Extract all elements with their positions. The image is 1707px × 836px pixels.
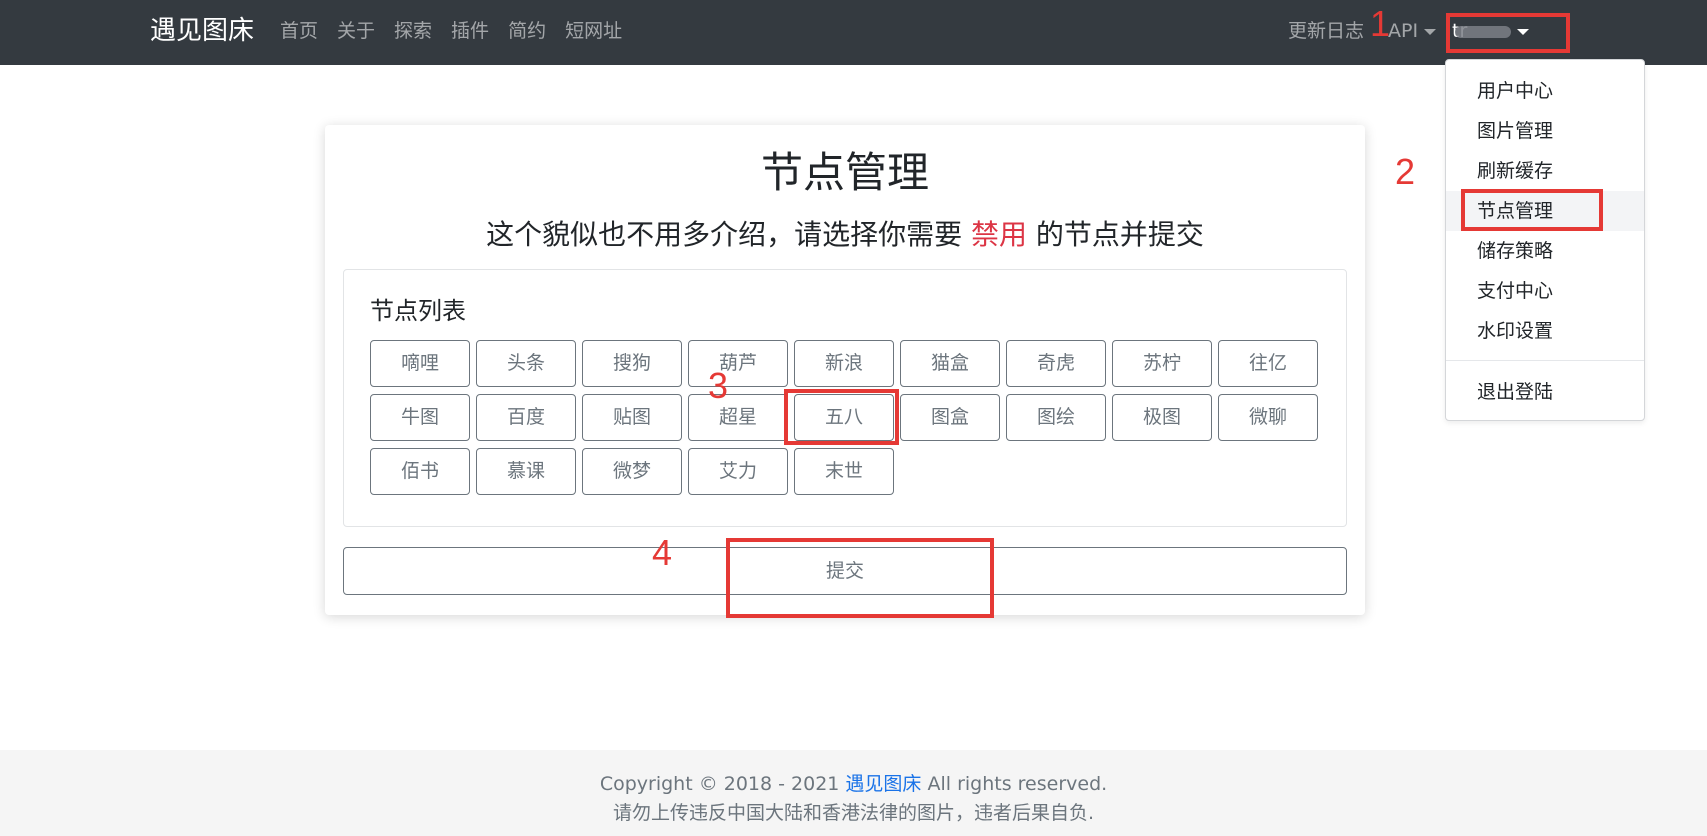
- node-button[interactable]: 末世: [794, 448, 894, 495]
- copyright-text-before: Copyright © 2018 - 2021: [599, 773, 846, 795]
- user-dropdown-menu: 用户中心 图片管理 刷新缓存 节点管理 储存策略 支付中心 水印设置 退出登陆: [1445, 59, 1645, 421]
- node-button[interactable]: 百度: [476, 394, 576, 441]
- nav-link-short-url[interactable]: 短网址: [565, 16, 622, 46]
- annotation-box-3: [784, 389, 899, 445]
- node-button[interactable]: 佰书: [370, 448, 470, 495]
- subtitle-text-before: 这个貌似也不用多介绍，请选择你需要: [486, 218, 971, 251]
- subtitle-text-after: 的节点并提交: [1027, 218, 1204, 251]
- menu-item-image-management[interactable]: 图片管理: [1446, 111, 1644, 151]
- node-button[interactable]: 极图: [1112, 394, 1212, 441]
- page-subtitle: 这个貌似也不用多介绍，请选择你需要 禁用 的节点并提交: [325, 215, 1365, 255]
- nav-link-home[interactable]: 首页: [280, 16, 318, 46]
- menu-item-refresh-cache[interactable]: 刷新缓存: [1446, 151, 1644, 191]
- node-button[interactable]: 艾力: [688, 448, 788, 495]
- node-button[interactable]: 超星: [688, 394, 788, 441]
- nav-link-simple[interactable]: 简约: [508, 16, 546, 46]
- annotation-number-1: 1: [1370, 3, 1391, 44]
- menu-item-payment-center[interactable]: 支付中心: [1446, 271, 1644, 311]
- menu-item-watermark-settings[interactable]: 水印设置: [1446, 311, 1644, 351]
- chevron-down-icon: [1424, 28, 1437, 35]
- annotation-number-3: 3: [708, 365, 729, 406]
- node-button[interactable]: 微梦: [582, 448, 682, 495]
- node-button[interactable]: 图盒: [900, 394, 1000, 441]
- brand-logo[interactable]: 遇见图床: [150, 13, 254, 49]
- copyright-text-after: All rights reserved.: [921, 773, 1108, 795]
- copyright-line: Copyright © 2018 - 2021 遇见图床 All rights …: [0, 770, 1707, 798]
- nav-link-about[interactable]: 关于: [337, 16, 375, 46]
- api-dropdown-toggle[interactable]: API: [1388, 16, 1437, 46]
- node-button[interactable]: 搜狗: [582, 340, 682, 387]
- page-title: 节点管理: [760, 148, 929, 197]
- annotation-number-4: 4: [652, 532, 673, 573]
- node-button[interactable]: 牛图: [370, 394, 470, 441]
- node-button[interactable]: 新浪: [794, 340, 894, 387]
- api-label: API: [1388, 20, 1419, 42]
- menu-item-user-center[interactable]: 用户中心: [1446, 71, 1644, 111]
- node-button[interactable]: 图绘: [1006, 394, 1106, 441]
- node-button[interactable]: 贴图: [582, 394, 682, 441]
- node-button[interactable]: 猫盒: [900, 340, 1000, 387]
- node-list-heading: 节点列表: [370, 297, 466, 325]
- node-button[interactable]: 嘀哩: [370, 340, 470, 387]
- main-nav: 首页 关于 探索 插件 简约 短网址: [280, 16, 641, 46]
- node-button[interactable]: 苏柠: [1112, 340, 1212, 387]
- annotation-number-2: 2: [1395, 151, 1416, 192]
- nav-link-explore[interactable]: 探索: [394, 16, 432, 46]
- page-footer: Copyright © 2018 - 2021 遇见图床 All rights …: [0, 750, 1707, 836]
- menu-item-storage-policy[interactable]: 储存策略: [1446, 231, 1644, 271]
- node-button[interactable]: 头条: [476, 340, 576, 387]
- footer-site-link[interactable]: 遇见图床: [845, 773, 921, 795]
- nav-link-changelog[interactable]: 更新日志: [1288, 16, 1364, 46]
- node-button[interactable]: 慕课: [476, 448, 576, 495]
- menu-item-logout[interactable]: 退出登陆: [1446, 372, 1644, 412]
- node-button[interactable]: 奇虎: [1006, 340, 1106, 387]
- legal-notice: 请勿上传违反中国大陆和香港法律的图片，违者后果自负.: [612, 802, 1095, 824]
- nav-link-plugins[interactable]: 插件: [451, 16, 489, 46]
- dropdown-divider: [1446, 360, 1644, 361]
- subtitle-highlight: 禁用: [970, 218, 1027, 251]
- annotation-box-2: [1461, 189, 1603, 231]
- annotation-box-4: [726, 538, 994, 618]
- node-button[interactable]: 微聊: [1218, 394, 1318, 441]
- annotation-box-1: [1446, 13, 1570, 53]
- node-button[interactable]: 往亿: [1218, 340, 1318, 387]
- node-button[interactable]: 葫芦: [688, 340, 788, 387]
